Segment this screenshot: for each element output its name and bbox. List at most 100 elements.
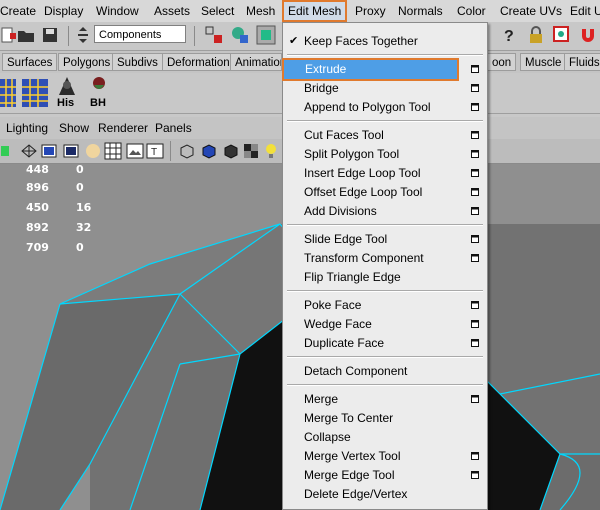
menu-window[interactable]: Window: [96, 0, 139, 22]
help-icon[interactable]: ?: [498, 25, 518, 45]
menu-item-extrude[interactable]: Extrude: [282, 58, 459, 81]
shaded-cube-icon[interactable]: [200, 142, 218, 160]
option-box-icon[interactable]: [471, 452, 479, 460]
option-box-icon[interactable]: [471, 471, 479, 479]
menu-item-duplicate-face[interactable]: Duplicate Face: [283, 334, 487, 353]
tab-subdivs[interactable]: Subdivs: [112, 53, 163, 71]
tab-deformation[interactable]: Deformation: [162, 53, 235, 71]
tab-surfaces[interactable]: Surfaces: [2, 53, 58, 71]
menu-item-label: Offset Edge Loop Tool: [304, 185, 423, 199]
hud-faces-value: 450: [26, 201, 49, 214]
option-box-icon[interactable]: [471, 207, 479, 215]
menu-edit-uvs[interactable]: Edit U: [570, 0, 600, 22]
open-scene-icon[interactable]: [16, 25, 36, 45]
menu-item-merge-to-center[interactable]: Merge To Center: [283, 409, 487, 428]
menu-item-label: Insert Edge Loop Tool: [304, 166, 421, 180]
tab-muscle[interactable]: Muscle: [520, 53, 567, 71]
light-bulb-icon[interactable]: [262, 142, 280, 160]
menu-item-cut-faces-tool[interactable]: Cut Faces Tool: [283, 126, 487, 145]
checker-icon[interactable]: [242, 142, 260, 160]
menu-item-add-divisions[interactable]: Add Divisions: [283, 202, 487, 221]
tab-fluids[interactable]: Fluids: [564, 53, 600, 71]
option-box-icon[interactable]: [471, 131, 479, 139]
option-box-icon[interactable]: [471, 84, 479, 92]
menu-item-label: Bridge: [304, 81, 339, 95]
mode-toggle-icon[interactable]: [76, 25, 90, 45]
text-hud-icon[interactable]: T: [146, 142, 164, 160]
select-by-hierarchy-icon[interactable]: [204, 25, 224, 45]
menu-item-merge-edge-tool[interactable]: Merge Edge Tool: [283, 466, 487, 485]
wireframe-icon[interactable]: [20, 142, 38, 160]
menu-mesh[interactable]: Mesh: [246, 0, 275, 22]
menu-item-insert-edge-loop-tool[interactable]: Insert Edge Loop Tool: [283, 164, 487, 183]
tab-animation[interactable]: Animation: [230, 53, 282, 71]
menu-item-label: Wedge Face: [304, 317, 372, 331]
option-box-icon[interactable]: [471, 188, 479, 196]
option-box-icon[interactable]: [471, 254, 479, 262]
panel-menu-show[interactable]: Show: [59, 117, 89, 139]
menu-item-delete-edge-vertex[interactable]: Delete Edge/Vertex: [283, 485, 487, 504]
panel-menu-lighting[interactable]: Lighting: [6, 117, 48, 139]
option-box-icon[interactable]: [471, 169, 479, 177]
camera-icon[interactable]: [0, 142, 18, 160]
dark-cube-icon[interactable]: [222, 142, 240, 160]
hud-edges-selected: 0: [76, 181, 84, 194]
option-box-icon[interactable]: [471, 395, 479, 403]
menu-color[interactable]: Color: [457, 0, 486, 22]
menu-assets[interactable]: Assets: [154, 0, 190, 22]
grid-toggle-icon[interactable]: [104, 142, 122, 160]
menu-proxy[interactable]: Proxy: [355, 0, 386, 22]
hud-uvs-value: 709: [26, 241, 49, 254]
image-plane-icon[interactable]: [126, 142, 144, 160]
option-box-icon[interactable]: [471, 339, 479, 347]
selection-mode-field[interactable]: Components: [94, 25, 186, 43]
tab-polygons[interactable]: Polygons: [58, 53, 116, 71]
menu-item-label: Detach Component: [304, 364, 408, 378]
menu-item-transform-component[interactable]: Transform Component: [283, 249, 487, 268]
menu-edit-mesh[interactable]: Edit Mesh: [282, 0, 348, 22]
menu-item-flip-triangle-edge[interactable]: Flip Triangle Edge: [283, 268, 487, 287]
bh-shelf-button[interactable]: BH: [84, 75, 116, 111]
menu-separator: [287, 120, 483, 122]
menu-item-merge-vertex-tool[interactable]: Merge Vertex Tool: [283, 447, 487, 466]
menu-item-bridge[interactable]: Bridge: [283, 79, 487, 98]
lock-icon[interactable]: [526, 25, 546, 45]
option-box-icon[interactable]: [471, 65, 479, 73]
menu-select[interactable]: Select: [201, 0, 234, 22]
render-view-icon[interactable]: [552, 25, 572, 45]
menu-item-wedge-face[interactable]: Wedge Face: [283, 315, 487, 334]
wire-cube-icon[interactable]: [178, 142, 196, 160]
menu-item-detach-component[interactable]: Detach Component: [283, 362, 487, 381]
option-box-icon[interactable]: [471, 235, 479, 243]
menu-item-keep-faces-together[interactable]: ✔ Keep Faces Together: [283, 32, 487, 51]
menu-normals[interactable]: Normals: [398, 0, 443, 22]
magnet-icon[interactable]: [578, 25, 598, 45]
option-box-icon[interactable]: [471, 301, 479, 309]
select-by-object-icon[interactable]: [230, 25, 250, 45]
option-box-icon[interactable]: [471, 103, 479, 111]
menu-create[interactable]: Create: [0, 0, 36, 22]
menu-display[interactable]: Display: [44, 0, 83, 22]
textured-icon[interactable]: [62, 142, 80, 160]
option-box-icon[interactable]: [471, 150, 479, 158]
panel-menu-renderer[interactable]: Renderer: [98, 117, 148, 139]
save-scene-icon[interactable]: [40, 25, 60, 45]
menu-create-uvs[interactable]: Create UVs: [500, 0, 562, 22]
option-box-icon[interactable]: [471, 320, 479, 328]
select-by-component-icon[interactable]: [256, 25, 276, 45]
menu-item-slide-edge-tool[interactable]: Slide Edge Tool: [283, 230, 487, 249]
menu-item-merge[interactable]: Merge: [283, 390, 487, 409]
smooth-shade-icon[interactable]: [40, 142, 58, 160]
grid-panel-icon[interactable]: [20, 77, 50, 109]
menu-item-offset-edge-loop-tool[interactable]: Offset Edge Loop Tool: [283, 183, 487, 202]
menu-item-collapse[interactable]: Collapse: [283, 428, 487, 447]
menu-item-split-polygon-tool[interactable]: Split Polygon Tool: [283, 145, 487, 164]
menu-item-label: Extrude: [305, 62, 347, 76]
grid-layout-icon[interactable]: [0, 77, 18, 109]
panel-menu-panels[interactable]: Panels: [155, 117, 192, 139]
lighting-icon[interactable]: [84, 142, 102, 160]
menu-item-append-to-polygon-tool[interactable]: Append to Polygon Tool: [283, 98, 487, 117]
menu-item-poke-face[interactable]: Poke Face: [283, 296, 487, 315]
tab-cartoon[interactable]: oon: [488, 53, 517, 71]
history-shelf-button[interactable]: His: [52, 75, 82, 111]
